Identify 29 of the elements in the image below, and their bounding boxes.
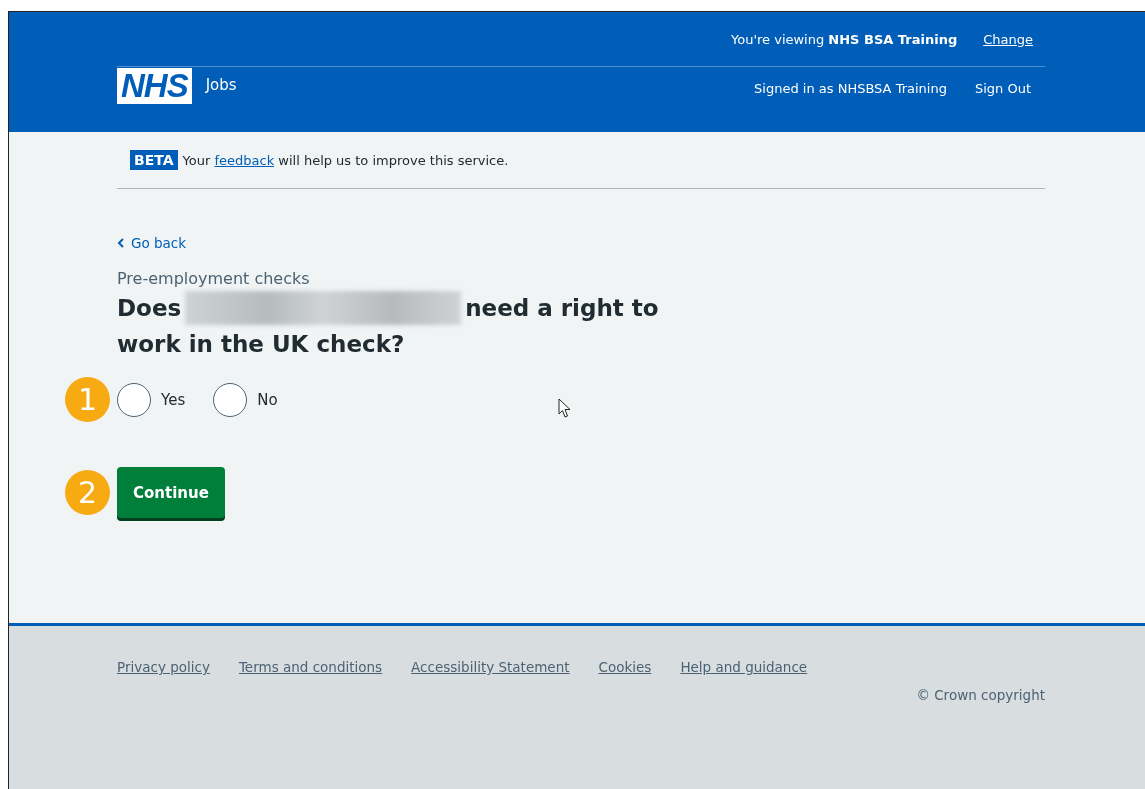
footer-link[interactable]: Accessibility Statement [411, 659, 570, 675]
continue-button[interactable]: Continue [117, 467, 225, 518]
back-link[interactable]: Go back [117, 235, 187, 251]
radio-option[interactable]: No [213, 383, 278, 417]
feedback-link[interactable]: feedback [214, 152, 275, 168]
nhs-logo[interactable]: NHS [117, 68, 192, 104]
question-heading: need a right to [465, 294, 659, 323]
question-heading: work in the UK check? [117, 330, 405, 359]
beta-message: Your feedback will help us to improve this service. [182, 152, 509, 168]
chevron-left-icon [117, 238, 124, 248]
service-name: Jobs [205, 76, 237, 94]
step-badge: 1 [65, 377, 110, 422]
sign-out-link[interactable]: Sign Out [974, 81, 1031, 96]
radio-option[interactable]: Yes [117, 383, 186, 417]
question-heading: Does [117, 294, 182, 323]
radio-button[interactable] [213, 383, 248, 417]
viewing-text: You're viewing NHS BSA Training [731, 31, 958, 47]
radio-button[interactable] [117, 383, 151, 417]
footer-link[interactable]: Help and guidance [680, 659, 808, 675]
change-link[interactable]: Change [983, 31, 1033, 47]
step-badge: 2 [65, 470, 110, 515]
footer-link[interactable]: Privacy policy [117, 659, 210, 675]
footer-link[interactable]: Terms and conditions [238, 659, 383, 675]
copyright-text: © Crown copyright [915, 687, 1045, 703]
signed-in-text: Signed in as NHSBSA Training [754, 81, 947, 96]
beta-tag: BETA [130, 150, 178, 170]
footer-link[interactable]: Cookies [598, 659, 652, 675]
caption: Pre-employment checks [117, 269, 311, 288]
mouse-pointer-icon [558, 398, 572, 419]
